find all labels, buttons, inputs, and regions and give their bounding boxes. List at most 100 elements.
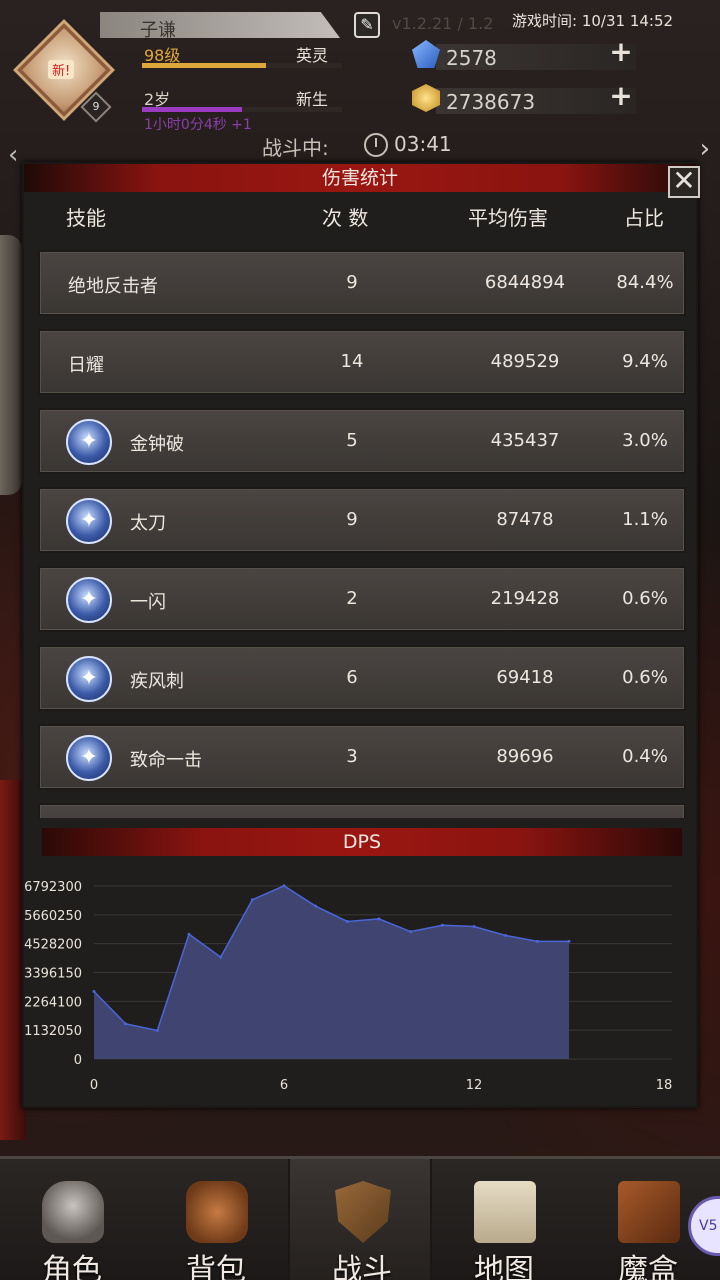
edit-name-icon[interactable]: ✎ bbox=[354, 12, 380, 38]
skill-count: 14 bbox=[340, 351, 364, 372]
skill-name: 日耀 bbox=[68, 355, 104, 376]
critical-strike-skill-icon: ✦ bbox=[66, 735, 112, 781]
dps-point bbox=[567, 939, 571, 943]
guardian-skill-icon: ✦ bbox=[66, 419, 112, 465]
column-header-avg-damage: 平均伤害 bbox=[468, 206, 548, 230]
skill-avg-damage: 489529 bbox=[490, 351, 560, 372]
skill-count: 9 bbox=[346, 509, 358, 530]
skill-count: 5 bbox=[346, 430, 358, 451]
skill-name: 疾风刺 bbox=[130, 671, 184, 692]
nav-item-sword-shield[interactable]: 战斗 bbox=[288, 1159, 432, 1280]
column-header-count: 次 数 bbox=[322, 206, 369, 230]
dps-point bbox=[250, 898, 254, 902]
dps-point bbox=[535, 939, 539, 943]
skill-avg-damage: 89696 bbox=[496, 746, 554, 767]
skill-row[interactable]: ✦ 金钟破 5 435437 3.0% bbox=[38, 408, 686, 474]
helmet-icon bbox=[42, 1181, 104, 1243]
x-tick-label: 12 bbox=[466, 1078, 483, 1093]
dps-point bbox=[282, 884, 286, 888]
dps-point bbox=[219, 955, 223, 959]
nav-item-map-scroll[interactable]: 地图 bbox=[432, 1159, 576, 1280]
player-name: 子谦 bbox=[140, 20, 176, 41]
skill-avg-damage: 435437 bbox=[490, 430, 560, 451]
gold-amount: 2738673 bbox=[446, 90, 536, 114]
nav-label: 战斗 bbox=[332, 1253, 392, 1280]
skill-avg-damage: 6844894 bbox=[484, 272, 566, 293]
skill-avg-damage: 87478 bbox=[496, 509, 554, 530]
nav-item-backpack[interactable]: 背包 bbox=[144, 1159, 288, 1280]
nav-item-helmet[interactable]: 角色 bbox=[0, 1159, 144, 1280]
dps-point bbox=[377, 917, 381, 921]
skill-row[interactable]: ✦ 致命一击 3 89696 0.4% bbox=[38, 724, 686, 790]
skill-name: 致命一击 bbox=[130, 750, 202, 771]
magic-box-icon bbox=[618, 1181, 680, 1243]
y-tick-label: 5660250 bbox=[24, 909, 82, 924]
gold-counter: 2738673 + bbox=[412, 82, 640, 114]
skill-name: 一闪 bbox=[130, 592, 166, 613]
dps-point bbox=[92, 990, 96, 994]
nav-label: 角色 bbox=[42, 1253, 102, 1280]
dps-point bbox=[187, 932, 191, 936]
age-timer: 1小时0分4秒 +1 bbox=[144, 117, 252, 133]
add-gold-button[interactable]: + bbox=[608, 82, 634, 110]
skill-percent: 9.4% bbox=[622, 351, 668, 372]
skill-percent: 84.4% bbox=[616, 272, 674, 293]
battle-status: 战斗中: bbox=[262, 136, 329, 160]
skill-name: 太刀 bbox=[130, 513, 166, 534]
clock-icon bbox=[364, 133, 388, 157]
skill-row[interactable]: ✦ 太刀 9 87478 1.1% bbox=[38, 487, 686, 553]
x-tick-label: 18 bbox=[656, 1078, 673, 1093]
column-header-percent: 占比 bbox=[624, 206, 664, 230]
dps-point bbox=[155, 1028, 159, 1032]
battle-timer: 03:41 bbox=[394, 132, 452, 156]
dps-point bbox=[314, 904, 318, 908]
damage-stats-dialog: 伤害统计 ✕ 技能 次 数 平均伤害 占比 绝地反击者 9 6844894 84.4%… bbox=[22, 162, 700, 1108]
level-progress-bar bbox=[142, 63, 342, 68]
skill-name: 绝地反击者 bbox=[68, 276, 158, 297]
skill-name: 金钟破 bbox=[130, 434, 184, 455]
new-badge: 新! bbox=[48, 60, 75, 79]
nav-label: 地图 bbox=[474, 1253, 534, 1280]
skill-damage-list[interactable]: 绝地反击者 9 6844894 84.4% 日耀 14 489529 9.4% ✦ 金钟破 5 435… bbox=[38, 250, 686, 818]
skill-percent: 1.1% bbox=[622, 509, 668, 530]
gem-counter: 2578 + bbox=[412, 38, 640, 70]
skill-percent: 3.0% bbox=[622, 430, 668, 451]
dps-chart: 0 1132050 2264100 3396150 4528200 5660250 6792… bbox=[24, 880, 673, 1093]
skill-row[interactable]: 日耀 14 489529 9.4% bbox=[38, 329, 686, 395]
background-ornament bbox=[0, 235, 22, 495]
skill-row[interactable]: 绝地反击者 9 6844894 84.4% bbox=[38, 250, 686, 316]
add-gems-button[interactable]: + bbox=[608, 38, 634, 66]
skill-row[interactable]: ✦ 疾风刺 6 69418 0.6% bbox=[38, 645, 686, 711]
gale-thrust-skill-icon: ✦ bbox=[66, 656, 112, 702]
skill-row-partial[interactable] bbox=[38, 803, 686, 818]
level-progress-fill bbox=[142, 63, 266, 68]
skill-count: 2 bbox=[346, 588, 358, 609]
y-tick-label: 6792300 bbox=[24, 880, 82, 895]
skill-avg-damage: 219428 bbox=[490, 588, 560, 609]
blade-skill-icon: ✦ bbox=[66, 498, 112, 544]
game-time: 游戏时间: 10/31 14:52 bbox=[512, 12, 674, 30]
y-tick-label: 0 bbox=[74, 1053, 82, 1068]
y-tick-label: 3396150 bbox=[24, 967, 82, 982]
map-scroll-icon bbox=[474, 1181, 536, 1243]
age-progress-bar bbox=[142, 107, 342, 112]
sword-shield-icon bbox=[335, 1181, 391, 1243]
y-tick-label: 1132050 bbox=[24, 1024, 82, 1039]
x-tick-label: 0 bbox=[90, 1078, 98, 1093]
dps-point bbox=[409, 930, 413, 934]
close-button[interactable]: ✕ bbox=[668, 166, 700, 198]
skill-avg-damage: 69418 bbox=[496, 667, 554, 688]
version-text: v1.2.21 / 1.2 bbox=[392, 14, 494, 33]
skill-count: 6 bbox=[346, 667, 358, 688]
skill-percent: 0.6% bbox=[622, 588, 668, 609]
dps-point bbox=[472, 925, 476, 929]
dps-point bbox=[345, 919, 349, 923]
skill-count: 3 bbox=[346, 746, 358, 767]
dps-chart-title: DPS bbox=[42, 828, 682, 856]
nav-label: 魔盒 bbox=[618, 1253, 678, 1280]
backpack-icon bbox=[186, 1181, 248, 1243]
flash-skill-icon: ✦ bbox=[66, 577, 112, 623]
skill-row[interactable]: ✦ 一闪 2 219428 0.6% bbox=[38, 566, 686, 632]
x-tick-label: 6 bbox=[280, 1078, 288, 1093]
dps-point bbox=[504, 933, 508, 937]
